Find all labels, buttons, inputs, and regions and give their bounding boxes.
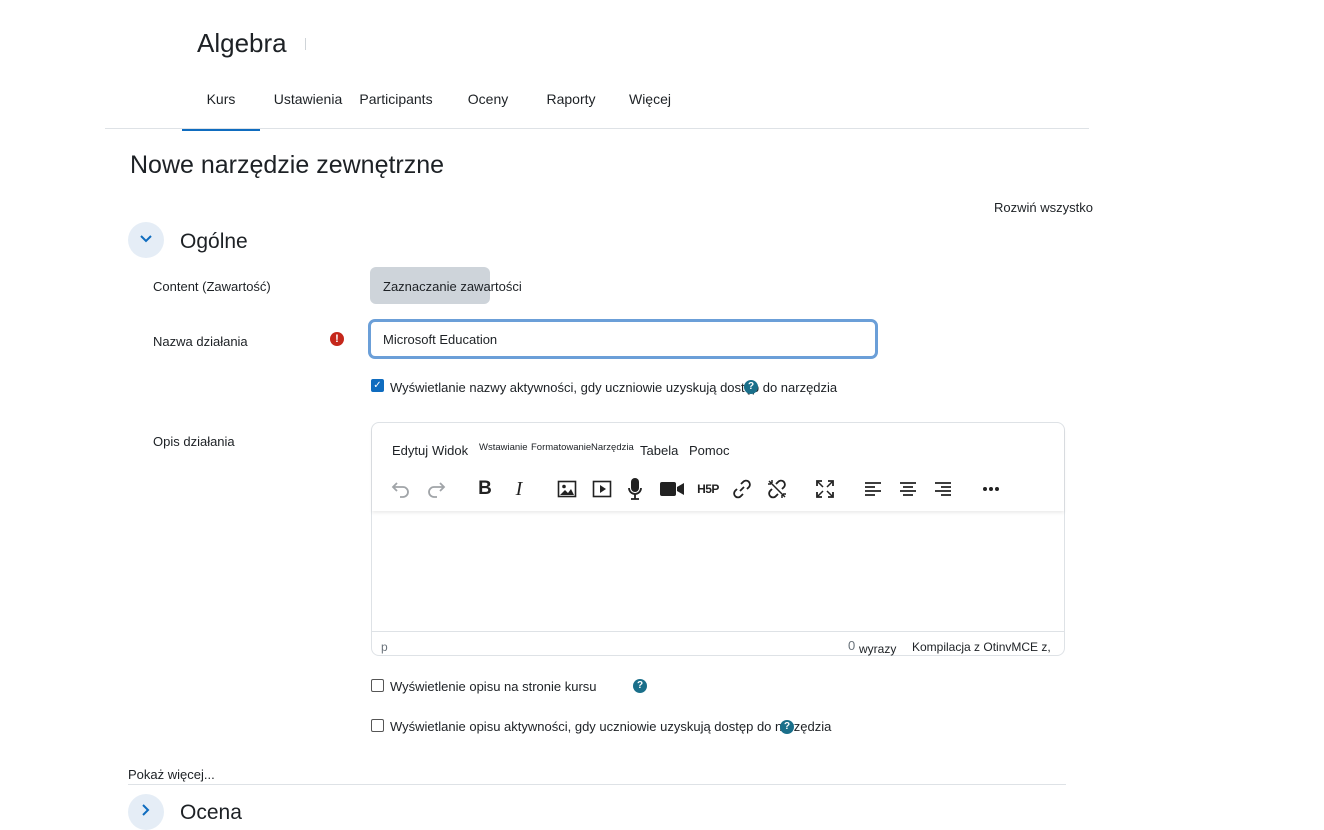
section-divider <box>128 784 1066 785</box>
link-icon[interactable] <box>729 476 755 502</box>
show-description-activity-label: Wyświetlanie opisu aktywności, gdy uczni… <box>390 719 832 734</box>
tab-oceny[interactable]: Oceny <box>458 86 518 128</box>
word-count-number: 0 <box>848 638 856 653</box>
fullscreen-icon[interactable] <box>812 476 838 502</box>
align-right-icon[interactable] <box>930 476 956 502</box>
show-description-course-label: Wyświetlenie opisu na stronie kursu <box>390 679 597 694</box>
menu-view[interactable]: Widok <box>432 443 468 458</box>
menu-tools[interactable]: Narzędzia <box>591 442 634 453</box>
activity-description-label: Opis działania <box>153 434 235 449</box>
tab-ustawienia[interactable]: Ustawienia <box>270 86 346 128</box>
show-name-label: Wyświetlanie nazwy aktywności, gdy uczni… <box>390 380 838 395</box>
show-description-course-checkbox[interactable] <box>371 679 384 692</box>
bold-icon[interactable]: B <box>472 476 498 502</box>
media-icon[interactable] <box>589 476 615 502</box>
menu-insert[interactable]: Wstawianie <box>479 442 528 453</box>
undo-icon[interactable] <box>388 476 414 502</box>
course-title: Algebra <box>197 28 287 58</box>
show-name-checkbox[interactable]: ✓ <box>371 379 384 392</box>
expand-all-link[interactable]: Rozwiń wszystko <box>994 200 1093 215</box>
microphone-icon[interactable] <box>622 476 648 502</box>
description-editor[interactable]: Edytuj Widok Wstawianie Formatowanie Nar… <box>371 422 1065 656</box>
section-grade-toggle[interactable] <box>128 794 164 830</box>
select-content-button[interactable]: Zaznaczanie zawartości <box>370 267 522 304</box>
page-title: Nowe narzędzie zewnętrzne <box>130 151 445 179</box>
video-camera-icon[interactable] <box>659 476 685 502</box>
help-icon[interactable]: ? <box>780 720 794 734</box>
tab-kurs[interactable]: Kurs <box>182 86 260 131</box>
menu-format[interactable]: Formatowanie <box>531 442 591 453</box>
section-general-title: Ogólne <box>180 230 248 253</box>
redo-icon[interactable] <box>423 476 449 502</box>
activity-name-label: Nazwa działania <box>153 334 248 349</box>
align-center-icon[interactable] <box>895 476 921 502</box>
title-divider <box>305 38 306 50</box>
word-count-label[interactable]: wyrazy <box>859 642 896 656</box>
tab-raporty[interactable]: Raporty <box>540 86 602 128</box>
chevron-down-icon <box>139 231 153 249</box>
chevron-right-icon <box>141 803 151 822</box>
menu-help[interactable]: Pomoc <box>689 443 729 458</box>
unlink-icon[interactable] <box>764 476 790 502</box>
more-icon[interactable] <box>978 476 1004 502</box>
activity-name-input[interactable] <box>368 319 878 359</box>
tabs-divider <box>105 128 1089 129</box>
section-grade-title: Ocena <box>180 801 242 824</box>
help-icon[interactable]: ? <box>744 380 758 394</box>
show-description-activity-checkbox[interactable] <box>371 719 384 732</box>
image-icon[interactable] <box>554 476 580 502</box>
tab-participants[interactable]: Participants <box>356 86 436 128</box>
editor-toolbar: Edytuj Widok Wstawianie Formatowanie Nar… <box>372 423 1064 511</box>
align-left-icon[interactable] <box>860 476 886 502</box>
content-label: Content (Zawartość) <box>153 279 271 294</box>
italic-icon[interactable]: I <box>506 476 532 502</box>
h5p-icon[interactable]: H5P <box>694 476 722 502</box>
element-path[interactable]: p <box>381 640 388 654</box>
section-general-toggle[interactable] <box>128 222 164 258</box>
show-more-link[interactable]: Pokaż więcej... <box>128 767 215 782</box>
help-icon[interactable]: ? <box>633 679 647 693</box>
menu-edit[interactable]: Edytuj <box>392 443 428 458</box>
editor-statusbar: p 0 wyrazy Kompilacja z OtinvMCE z, <box>372 631 1064 657</box>
tab-wiecej[interactable]: Więcej <box>624 86 676 128</box>
menu-table[interactable]: Tabela <box>640 443 678 458</box>
required-error-icon: ! <box>330 332 344 346</box>
editor-brand-link[interactable]: Kompilacja z OtinvMCE z, <box>912 640 1051 654</box>
